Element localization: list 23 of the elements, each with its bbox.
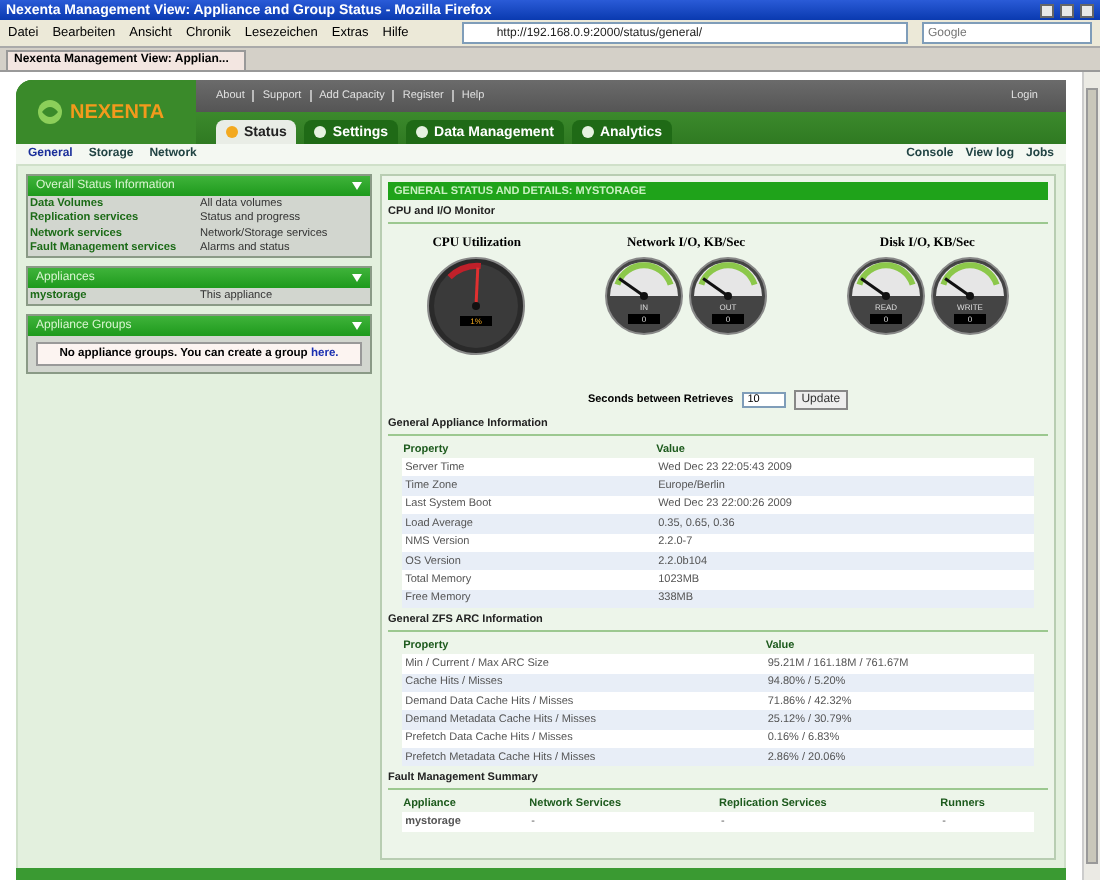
caret-icon [352,182,362,190]
gauge-needle [702,277,729,298]
needle-hub [881,292,890,300]
needle-hub [723,292,732,300]
gauge-needle [943,277,971,298]
gauge-dial [930,257,1009,335]
gauge-dial [846,257,925,335]
maximize-button[interactable] [1060,3,1074,17]
gauge-needle [475,267,480,307]
close-button[interactable] [1080,3,1094,17]
needle-hub [472,302,481,310]
caret-icon [352,274,362,282]
needle-hub [965,292,974,300]
minimize-button[interactable] [1040,3,1054,17]
logo-text: NEXENTA [70,101,165,123]
gauge-needle [859,277,887,298]
gauge-dial [427,257,526,355]
needle-hub [639,292,648,300]
leaf-logo-icon [36,98,64,126]
gauge-needle [618,277,645,298]
gauge-dial [604,257,683,335]
caret-icon [352,321,362,329]
gauge-dial [688,257,767,335]
